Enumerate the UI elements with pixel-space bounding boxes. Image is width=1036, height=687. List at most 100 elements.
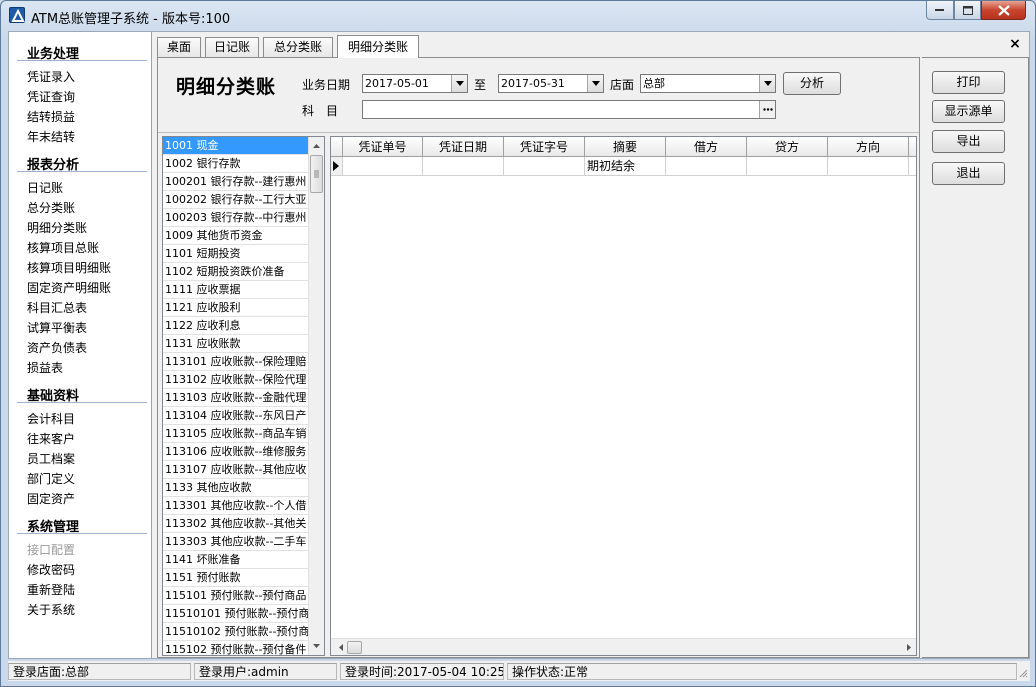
ledger-grid[interactable]: 凭证单号 凭证日期 凭证字号 摘要 借方 贷方 方向 期初结余	[330, 136, 917, 656]
column-header-direction[interactable]: 方向	[828, 137, 909, 157]
account-list-item[interactable]: 1122 应收利息	[163, 317, 309, 335]
nav-item-fixed-asset-detail[interactable]: 固定资产明细账	[27, 279, 111, 296]
nav-item-account-summary[interactable]: 科目汇总表	[27, 299, 87, 316]
cell-voucher-date[interactable]	[423, 157, 504, 175]
account-list-item[interactable]: 113303 其他应收款--二手车	[163, 533, 309, 551]
date-to-picker[interactable]: 2017-05-31	[498, 74, 604, 93]
account-list-item[interactable]: 11510101 预付账款--预付商	[163, 605, 309, 623]
account-list-item[interactable]: 115101 预付账款--预付商品	[163, 587, 309, 605]
account-list-item[interactable]: 1131 应收账款	[163, 335, 309, 353]
dropdown-arrow-icon[interactable]	[759, 75, 775, 92]
nav-item-balance-sheet[interactable]: 资产负债表	[27, 339, 87, 356]
nav-item-project-ledger[interactable]: 核算项目总账	[27, 239, 99, 256]
column-header-debit[interactable]: 借方	[666, 137, 747, 157]
column-header-voucher-date[interactable]: 凭证日期	[423, 137, 504, 157]
scroll-thumb[interactable]	[310, 155, 323, 193]
scroll-right-icon[interactable]	[901, 639, 916, 655]
account-list-item[interactable]: 113102 应收账款--保险代理	[163, 371, 309, 389]
cell-debit[interactable]	[666, 157, 747, 175]
subject-input[interactable]	[362, 100, 776, 119]
column-header-credit[interactable]: 贷方	[747, 137, 828, 157]
nav-item-customers[interactable]: 往来客户	[27, 430, 75, 447]
nav-item-employees[interactable]: 员工档案	[27, 450, 75, 467]
account-list-item[interactable]: 115102 预付账款--预付备件	[163, 641, 309, 655]
scroll-thumb[interactable]	[347, 641, 362, 654]
account-list-item[interactable]: 113301 其他应收款--个人借	[163, 497, 309, 515]
nav-item-chart-of-accounts[interactable]: 会计科目	[27, 410, 75, 427]
account-list-item[interactable]: 113106 应收账款--维修服务	[163, 443, 309, 461]
account-list-item[interactable]: 113302 其他应收款--其他关	[163, 515, 309, 533]
column-header-summary[interactable]: 摘要	[585, 137, 666, 157]
nav-item-profit-loss-transfer[interactable]: 结转损益	[27, 108, 75, 125]
cell-summary[interactable]: 期初结余	[585, 157, 666, 175]
nav-item-voucher-entry[interactable]: 凭证录入	[27, 68, 75, 85]
account-list-item[interactable]: 1101 短期投资	[163, 245, 309, 263]
exit-button[interactable]: 退出	[932, 162, 1005, 185]
nav-item-year-end-close[interactable]: 年末结转	[27, 128, 75, 145]
nav-item-subsidiary-ledger[interactable]: 明细分类账	[27, 219, 87, 236]
account-list-item[interactable]: 113103 应收账款--金融代理	[163, 389, 309, 407]
account-list-item[interactable]: 1102 短期投资跌价准备	[163, 263, 309, 281]
account-list-item[interactable]: 113104 应收账款--东风日产	[163, 407, 309, 425]
show-source-button[interactable]: 显示源单	[932, 100, 1005, 123]
grid-horizontal-scrollbar[interactable]	[331, 638, 916, 655]
nav-item-journal[interactable]: 日记账	[27, 179, 63, 196]
account-list-item[interactable]: 1151 预付账款	[163, 569, 309, 587]
scroll-down-icon[interactable]	[309, 637, 324, 654]
account-list-item[interactable]: 113101 应收账款--保险理赔	[163, 353, 309, 371]
table-row[interactable]: 期初结余	[331, 157, 916, 176]
account-list-item[interactable]: 113105 应收账款--商品车销	[163, 425, 309, 443]
date-from-picker[interactable]: 2017-05-01	[362, 74, 468, 93]
account-list-item[interactable]: 1009 其他货币资金	[163, 227, 309, 245]
title-bar[interactable]: ATM总账管理子系统 - 版本号:100	[1, 1, 1035, 31]
ellipsis-icon[interactable]	[759, 101, 775, 118]
minimize-button[interactable]	[926, 1, 954, 20]
account-list-item[interactable]: 1111 应收票据	[163, 281, 309, 299]
column-header-voucher-word[interactable]: 凭证字号	[504, 137, 585, 157]
dropdown-arrow-icon[interactable]	[587, 75, 603, 92]
tab-desktop[interactable]: 桌面	[157, 37, 201, 57]
nav-item-change-password[interactable]: 修改密码	[27, 561, 75, 578]
nav-item-relogin[interactable]: 重新登陆	[27, 581, 75, 598]
account-list-item[interactable]: 1001 现金	[163, 137, 309, 155]
dropdown-arrow-icon[interactable]	[451, 75, 467, 92]
nav-item-project-detail[interactable]: 核算项目明细账	[27, 259, 111, 276]
cell-voucher-word[interactable]	[504, 157, 585, 175]
account-list-item[interactable]: 1141 坏账准备	[163, 551, 309, 569]
subsidiary-ledger-panel: 明细分类账 业务日期 2017-05-01 至 2017-05-31 店面 总部…	[157, 57, 920, 658]
tab-general-ledger[interactable]: 总分类账	[263, 37, 333, 57]
nav-item-trial-balance[interactable]: 试算平衡表	[27, 319, 87, 336]
export-button[interactable]: 导出	[932, 130, 1005, 153]
close-tab-button[interactable]: ×	[1007, 36, 1023, 52]
account-list-item[interactable]: 1133 其他应收款	[163, 479, 309, 497]
cell-credit[interactable]	[747, 157, 828, 175]
account-list-item[interactable]: 100202 银行存款--工行大亚	[163, 191, 309, 209]
print-button[interactable]: 打印	[932, 71, 1005, 94]
cell-direction[interactable]	[828, 157, 909, 175]
maximize-button[interactable]	[954, 1, 981, 20]
nav-item-income-statement[interactable]: 损益表	[27, 359, 63, 376]
account-list-item[interactable]: 100201 银行存款--建行惠州	[163, 173, 309, 191]
nav-item-about[interactable]: 关于系统	[27, 601, 75, 618]
account-list-item[interactable]: 100203 银行存款--中行惠州	[163, 209, 309, 227]
account-list-item[interactable]: 113107 应收账款--其他应收	[163, 461, 309, 479]
nav-item-general-ledger[interactable]: 总分类账	[27, 199, 75, 216]
close-window-button[interactable]	[981, 1, 1026, 20]
resize-grip-icon[interactable]	[1018, 667, 1028, 681]
tab-journal[interactable]: 日记账	[205, 37, 259, 57]
account-list-item[interactable]: 1002 银行存款	[163, 155, 309, 173]
account-list-scrollbar[interactable]	[308, 137, 324, 655]
column-header-voucher-no[interactable]: 凭证单号	[343, 137, 423, 157]
scroll-up-icon[interactable]	[309, 137, 324, 154]
store-select[interactable]: 总部	[640, 74, 776, 93]
account-list-item[interactable]: 1121 应收股利	[163, 299, 309, 317]
account-list[interactable]: 1001 现金 1002 银行存款 100201 银行存款--建行惠州 100202 …	[162, 136, 325, 656]
tab-subsidiary-ledger[interactable]: 明细分类账	[337, 35, 419, 58]
nav-item-fixed-assets[interactable]: 固定资产	[27, 490, 75, 507]
account-list-item[interactable]: 11510102 预付账款--预付商	[163, 623, 309, 641]
nav-item-voucher-query[interactable]: 凭证查询	[27, 88, 75, 105]
scroll-left-icon[interactable]	[333, 639, 348, 655]
nav-item-departments[interactable]: 部门定义	[27, 470, 75, 487]
cell-voucher-no[interactable]	[343, 157, 423, 175]
analyze-button[interactable]: 分析	[783, 72, 841, 95]
